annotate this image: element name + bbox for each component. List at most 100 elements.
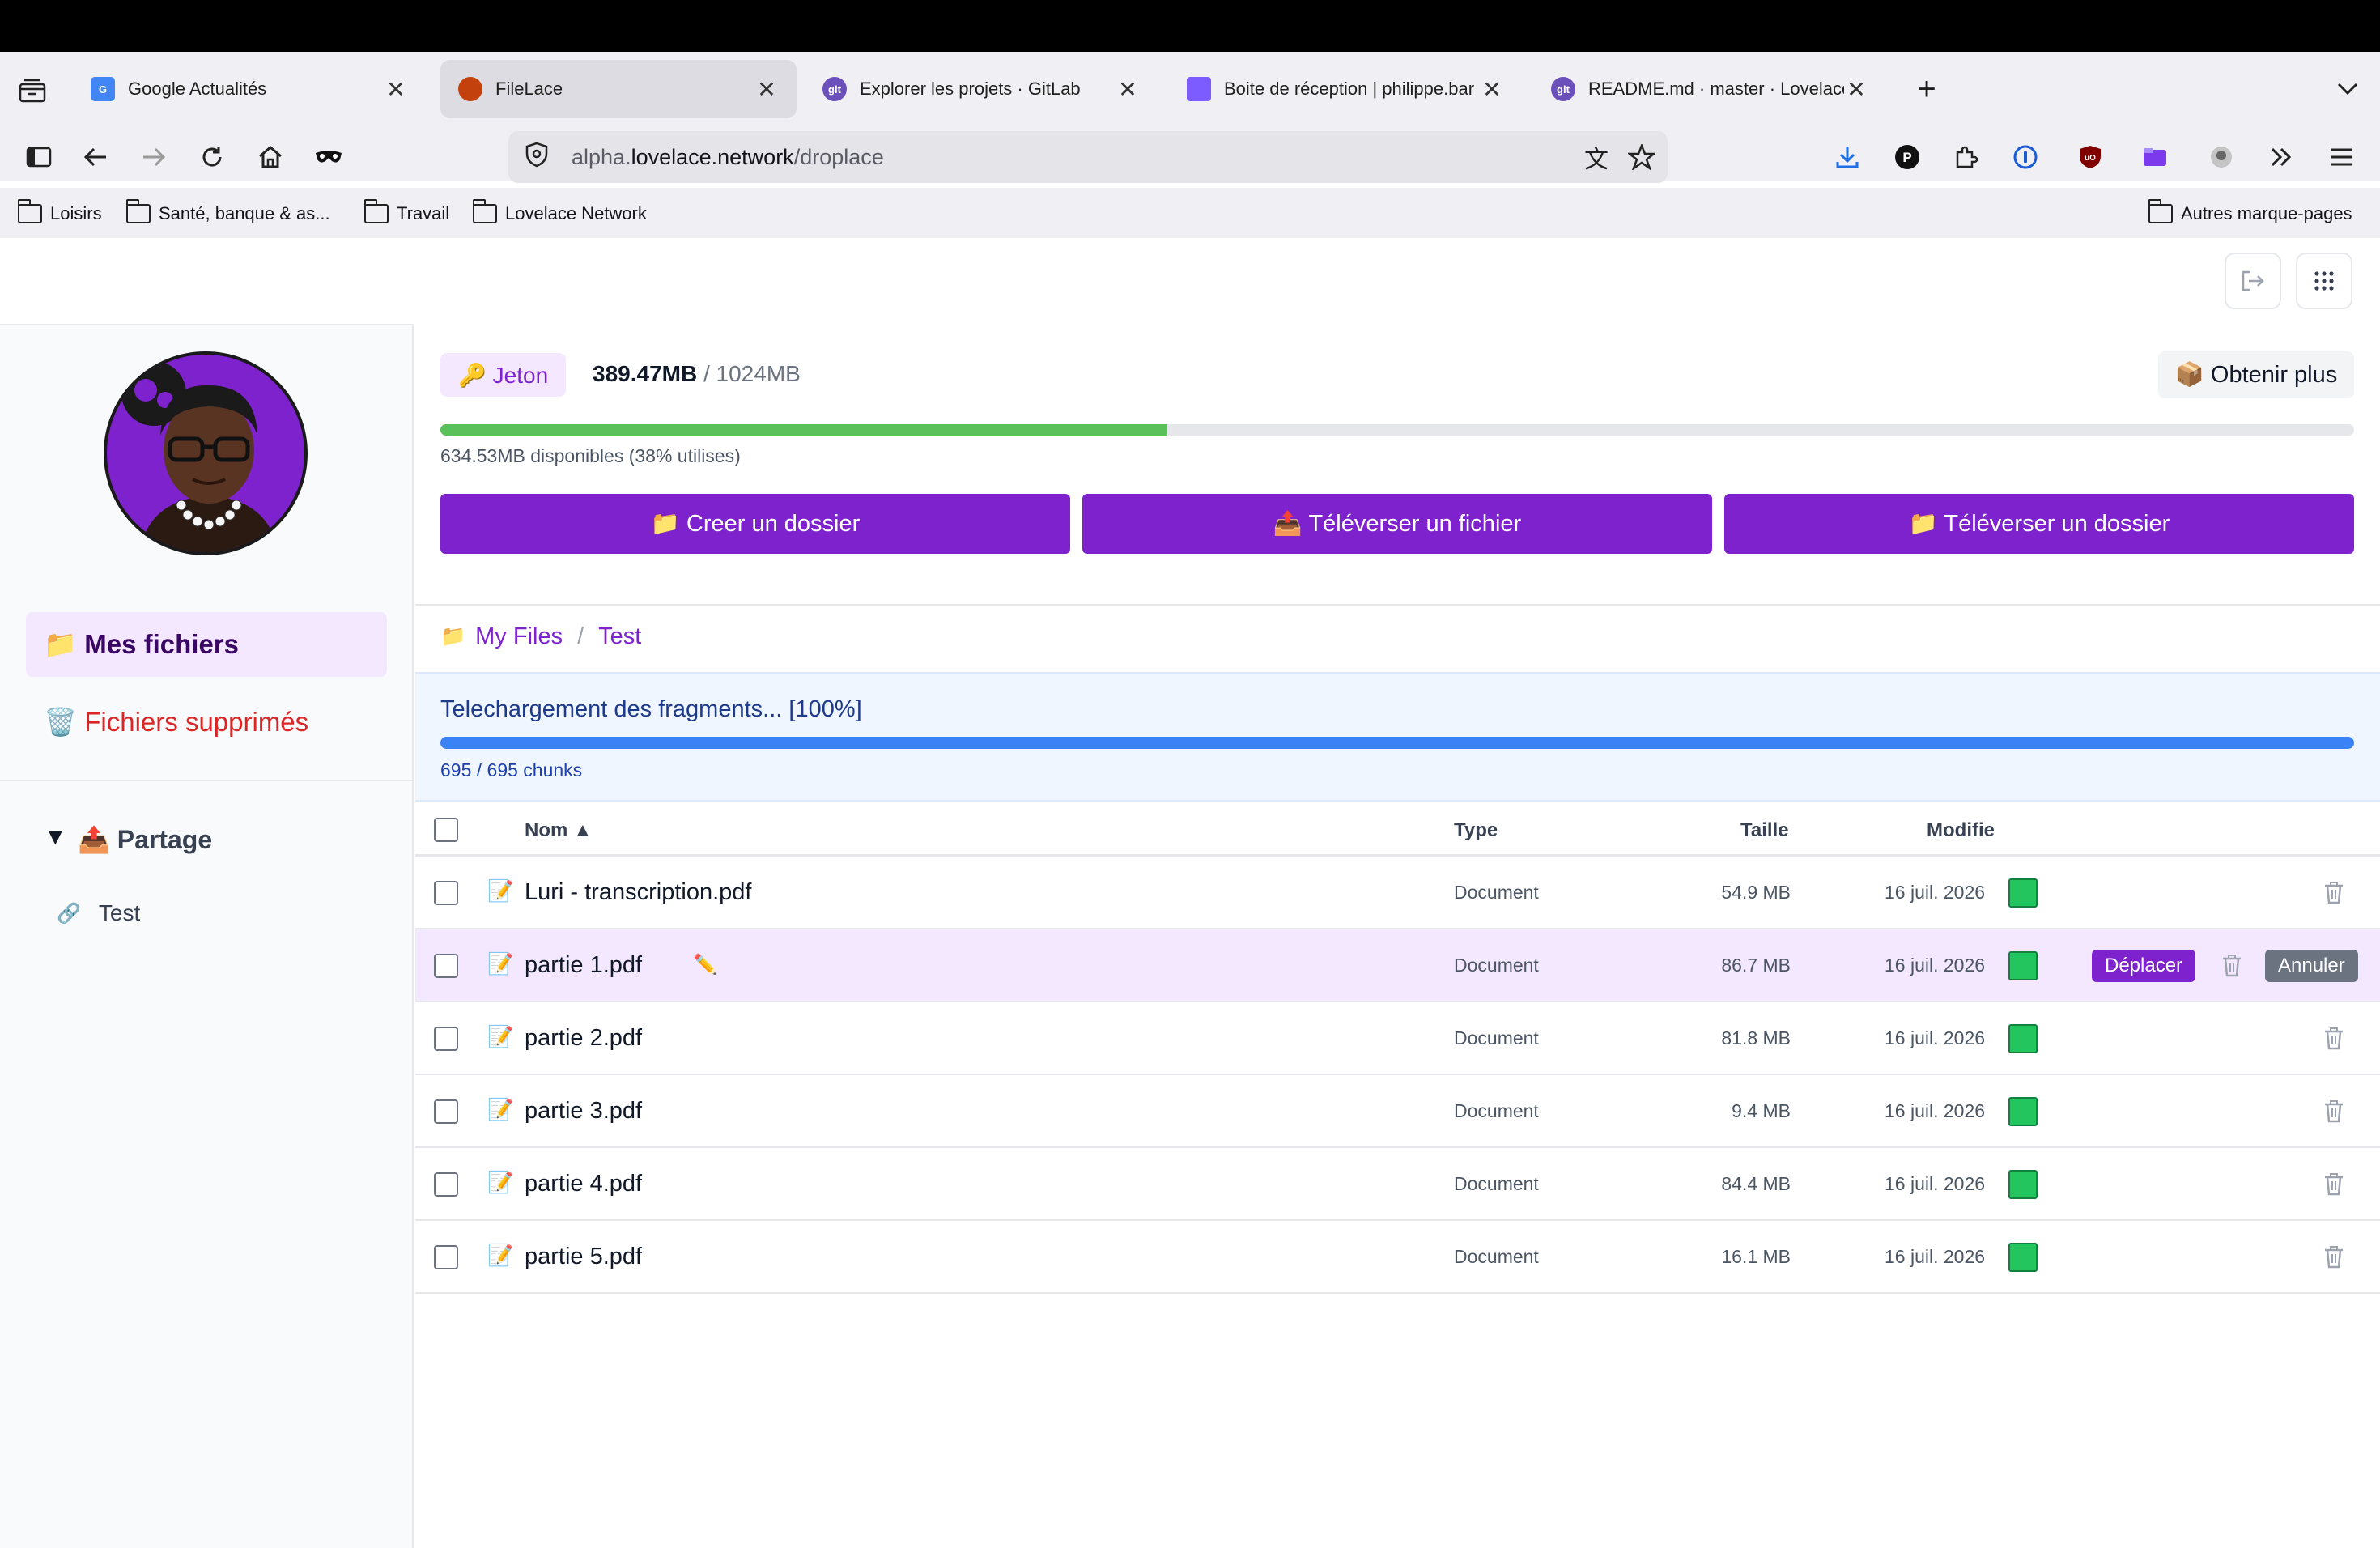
- cancel-button[interactable]: Annuler: [2265, 950, 2358, 982]
- ublock-shield-icon[interactable]: uO: [2072, 139, 2108, 175]
- row-checkbox[interactable]: [434, 954, 458, 978]
- logout-button[interactable]: [2225, 253, 2281, 309]
- column-header-type[interactable]: Type: [1454, 819, 1498, 842]
- p-extension-icon[interactable]: P: [1889, 139, 1925, 175]
- file-name[interactable]: partie 3.pdf: [525, 1098, 642, 1125]
- other-bookmarks[interactable]: Autres marque-pages: [2148, 198, 2352, 230]
- row-checkbox[interactable]: [434, 1099, 458, 1124]
- menu-hamburger-icon[interactable]: [2323, 139, 2359, 175]
- tab-gitlab-projects[interactable]: git Explorer les projets · GitLab ✕: [805, 60, 1158, 118]
- bookmark-folder-sante[interactable]: Santé, banque & as...: [126, 198, 330, 230]
- row-checkbox[interactable]: [434, 1245, 458, 1269]
- downloads-icon[interactable]: [1830, 139, 1865, 175]
- close-tab-icon[interactable]: ✕: [754, 76, 779, 103]
- apps-grid-button[interactable]: [2296, 253, 2352, 309]
- folder-icon: [473, 199, 497, 223]
- get-more-button[interactable]: 📦 Obtenir plus: [2158, 351, 2354, 398]
- breadcrumb-current[interactable]: Test: [598, 623, 641, 650]
- file-name[interactable]: partie 2.pdf: [525, 1025, 642, 1052]
- close-tab-icon[interactable]: ✕: [1844, 76, 1868, 103]
- close-tab-icon[interactable]: ✕: [1116, 76, 1140, 103]
- trash-icon[interactable]: [2323, 1027, 2344, 1051]
- document-icon: 📝: [487, 878, 514, 903]
- sharing-collapse-toggle[interactable]: ▼: [44, 824, 67, 851]
- tab-filelace[interactable]: FileLace ✕: [440, 60, 797, 118]
- avatar[interactable]: [104, 351, 308, 555]
- close-tab-icon[interactable]: ✕: [1480, 76, 1504, 103]
- new-tab-icon[interactable]: +: [1909, 71, 1944, 107]
- trash-icon[interactable]: [2323, 1245, 2344, 1269]
- trash-icon[interactable]: [2323, 1099, 2344, 1124]
- tab-mail-inbox[interactable]: Boite de réception | philippe.bar ✕: [1169, 60, 1522, 118]
- home-icon[interactable]: [253, 139, 288, 175]
- tab-google-news[interactable]: G Google Actualités ✕: [73, 60, 426, 118]
- file-modified-date: 16 juil. 2026: [1885, 1100, 1986, 1121]
- bookmark-star-icon[interactable]: [1624, 139, 1660, 175]
- purple-folder-extension-icon[interactable]: [2137, 139, 2173, 175]
- folder-icon: [364, 199, 389, 223]
- file-modified-date: 16 juil. 2026: [1885, 882, 1986, 903]
- create-folder-button[interactable]: 📁 Creer un dossier: [440, 494, 1070, 554]
- table-row[interactable]: [415, 1148, 2380, 1221]
- table-row[interactable]: [415, 1002, 2380, 1075]
- token-badge[interactable]: 🔑 Jeton: [440, 353, 567, 397]
- share-item-test[interactable]: 🔗 Test: [57, 900, 140, 926]
- trash-icon[interactable]: [2323, 881, 2344, 905]
- sidebar-item-deleted-files[interactable]: 🗑️ Fichiers supprimés: [26, 690, 387, 755]
- app-header: [0, 238, 2380, 324]
- ghost-extension-icon[interactable]: [2204, 139, 2239, 175]
- file-name[interactable]: partie 4.pdf: [525, 1171, 642, 1197]
- file-name[interactable]: Luri - transcription.pdf: [525, 879, 751, 906]
- breadcrumb-root[interactable]: My Files: [475, 623, 563, 650]
- file-size: 54.9 MB: [1721, 882, 1791, 903]
- address-bar[interactable]: alpha. lovelace.network/droplace: [508, 131, 1668, 183]
- edit-pencil-icon[interactable]: ✏️: [693, 953, 717, 976]
- password-manager-icon[interactable]: [2008, 139, 2043, 175]
- column-header-modified[interactable]: Modifie: [1927, 819, 1995, 842]
- back-arrow-icon[interactable]: [78, 139, 113, 175]
- sharing-section-header[interactable]: 📤 Partage: [78, 824, 212, 855]
- trash-icon[interactable]: [2221, 954, 2242, 978]
- folder-icon: [2148, 199, 2173, 223]
- folder-icon: [126, 199, 151, 223]
- sidebar-toggle-icon[interactable]: [21, 139, 57, 175]
- row-checkbox[interactable]: [434, 881, 458, 905]
- document-icon: 📝: [487, 1097, 514, 1121]
- upload-file-button[interactable]: 📤 Téléverser un fichier: [1082, 494, 1712, 554]
- translate-icon[interactable]: 文: [1579, 139, 1614, 175]
- bookmark-folder-lovelace[interactable]: Lovelace Network: [473, 198, 647, 230]
- file-name[interactable]: partie 5.pdf: [525, 1244, 642, 1270]
- tab-overview-icon[interactable]: [15, 73, 50, 108]
- sync-status-icon: [2008, 1243, 2038, 1272]
- bookmark-folder-travail[interactable]: Travail: [364, 198, 449, 230]
- reload-icon[interactable]: [194, 139, 230, 175]
- tab-readme[interactable]: git README.md · master · Lovelace ✕: [1533, 60, 1886, 118]
- gitlab-favicon-icon: git: [1551, 77, 1575, 101]
- forward-arrow-icon[interactable]: [136, 139, 172, 175]
- table-row[interactable]: [415, 1075, 2380, 1148]
- sidebar-item-my-files[interactable]: 📁 Mes fichiers: [26, 612, 387, 677]
- bookmark-folder-loisirs[interactable]: Loisirs: [18, 198, 102, 230]
- row-checkbox[interactable]: [434, 1027, 458, 1051]
- trash-icon[interactable]: [2323, 1172, 2344, 1197]
- column-header-size[interactable]: Taille: [1740, 819, 1789, 842]
- breadcrumb: 📁 My Files / Test: [440, 623, 641, 650]
- select-all-checkbox[interactable]: [434, 818, 458, 842]
- file-name[interactable]: partie 1.pdf: [525, 952, 642, 979]
- close-tab-icon[interactable]: ✕: [384, 76, 408, 103]
- url-host: lovelace.network: [631, 144, 794, 169]
- url-path: /droplace: [793, 144, 884, 169]
- private-mask-icon[interactable]: [311, 139, 346, 175]
- screen-top-bar: [0, 0, 2380, 52]
- shield-icon[interactable]: [525, 142, 557, 173]
- upload-folder-button[interactable]: 📁 Téléverser un dossier: [1724, 494, 2354, 554]
- list-tabs-chevron-down-icon[interactable]: [2330, 71, 2365, 107]
- column-header-name[interactable]: Nom ▲: [525, 819, 593, 842]
- extensions-puzzle-icon[interactable]: [1948, 139, 1983, 175]
- file-type: Document: [1454, 1246, 1539, 1267]
- move-button[interactable]: Déplacer: [2092, 950, 2196, 982]
- row-checkbox[interactable]: [434, 1172, 458, 1197]
- table-row[interactable]: [415, 1221, 2380, 1294]
- file-type: Document: [1454, 1173, 1539, 1194]
- more-tools-chevrons-icon[interactable]: [2263, 139, 2299, 175]
